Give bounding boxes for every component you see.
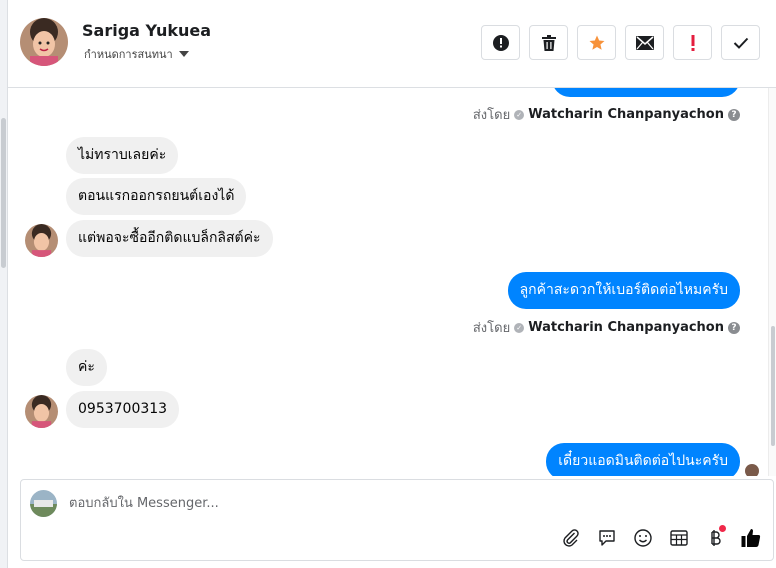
thumbs-up-icon bbox=[741, 529, 761, 547]
exclamation-circle-icon bbox=[492, 34, 509, 51]
conversation-header: Sariga Yukuea กำหนดการสนทนา bbox=[8, 0, 776, 88]
question-icon[interactable]: ? bbox=[728, 321, 740, 334]
envelope-icon bbox=[635, 35, 654, 50]
thread-scroll-thumb[interactable] bbox=[771, 326, 775, 446]
smiley-icon bbox=[634, 529, 652, 547]
agent-name[interactable]: Watcharin Chanpanyachon bbox=[528, 320, 724, 335]
done-button[interactable] bbox=[721, 25, 760, 60]
check-circle-icon: ✓ bbox=[514, 322, 525, 333]
message-bubble-incoming[interactable]: แต่พอจะซื้ออีกติดแบล็กลิสต์ค่ะ bbox=[66, 220, 273, 257]
conversation-schedule-label: กำหนดการสนทนา bbox=[84, 48, 173, 61]
message-bubble-outgoing[interactable]: เดี๋ยวแอดมินติดต่อไปนะครับ bbox=[546, 443, 740, 476]
sent-by-label: ส่งโดย bbox=[472, 108, 511, 123]
conversation-schedule-dropdown[interactable]: กำหนดการสนทนา bbox=[84, 45, 189, 63]
message-thread[interactable]: ส่งโดย ✓ Watcharin Chanpanyachon ? ไม่ทร… bbox=[8, 88, 776, 476]
star-button[interactable] bbox=[577, 25, 616, 60]
grid-table-icon bbox=[670, 530, 688, 546]
agent-name[interactable]: Watcharin Chanpanyachon bbox=[528, 107, 724, 122]
like-button[interactable] bbox=[739, 526, 763, 550]
message-bubble-outgoing[interactable]: ลูกค้าสะดวกให้เบอร์ติดต่อไหมครับ bbox=[507, 272, 740, 309]
contact-name[interactable]: Sariga Yukuea bbox=[82, 21, 211, 40]
sent-by-label: ส่งโดย bbox=[472, 321, 511, 336]
emoji-button[interactable] bbox=[631, 526, 655, 550]
message-bubble-incoming[interactable]: ตอนแรกออกรถยนต์เองได้ bbox=[66, 178, 247, 215]
check-icon bbox=[733, 37, 748, 49]
message-bubble-incoming[interactable]: ไม่ทราบเลยค่ะ bbox=[66, 137, 179, 174]
left-scroll-thumb[interactable] bbox=[1, 118, 6, 268]
reply-input[interactable] bbox=[69, 492, 669, 514]
contact-avatar-small[interactable] bbox=[25, 395, 58, 428]
left-panel-scrollbar[interactable] bbox=[0, 0, 8, 568]
caret-down-icon bbox=[178, 51, 189, 57]
thread-scrollbar[interactable] bbox=[768, 88, 776, 476]
delete-button[interactable] bbox=[529, 25, 568, 60]
payment-button[interactable] bbox=[703, 525, 727, 550]
star-icon bbox=[589, 35, 604, 50]
read-receipt-avatar bbox=[745, 464, 759, 476]
composer-toolbar bbox=[559, 525, 763, 550]
saved-replies-button[interactable] bbox=[595, 526, 619, 550]
mark-unread-button[interactable] bbox=[625, 25, 664, 60]
message-bubble-incoming[interactable]: ค่ะ bbox=[66, 349, 107, 386]
chat-bubble-icon bbox=[599, 530, 615, 546]
conversation-actions bbox=[481, 25, 760, 60]
sent-by-line: ส่งโดย ✓ Watcharin Chanpanyachon ? bbox=[473, 317, 740, 338]
report-button[interactable] bbox=[481, 25, 520, 60]
contact-avatar-small[interactable] bbox=[25, 224, 58, 257]
message-bubble-incoming[interactable]: 0953700313 bbox=[66, 391, 180, 428]
reply-composer bbox=[20, 479, 774, 561]
sent-by-line: ส่งโดย ✓ Watcharin Chanpanyachon ? bbox=[473, 104, 740, 125]
contact-avatar[interactable] bbox=[20, 18, 68, 66]
paperclip-icon bbox=[563, 529, 579, 547]
check-circle-icon: ✓ bbox=[514, 109, 525, 120]
template-button[interactable] bbox=[667, 526, 691, 550]
notification-dot bbox=[719, 525, 726, 532]
page-avatar bbox=[30, 490, 57, 517]
flag-important-button[interactable] bbox=[673, 25, 712, 60]
trash-icon bbox=[541, 34, 556, 51]
exclamation-icon bbox=[691, 34, 694, 51]
attach-button[interactable] bbox=[559, 526, 583, 550]
message-bubble-outgoing-partial[interactable] bbox=[552, 88, 740, 97]
question-icon[interactable]: ? bbox=[728, 108, 740, 121]
